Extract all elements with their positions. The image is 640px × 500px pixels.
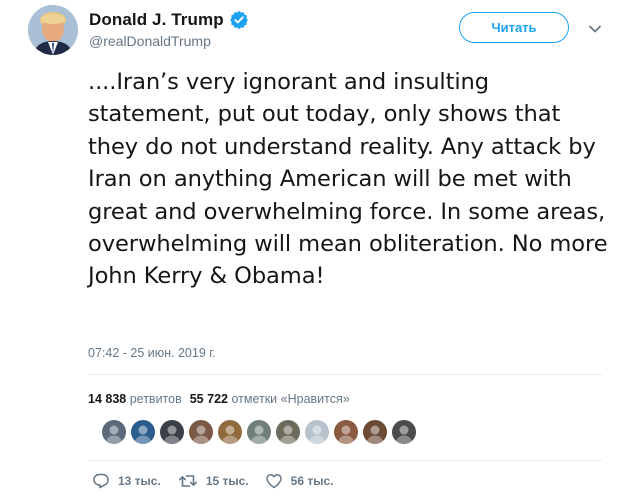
retweets-label: ретвитов bbox=[129, 392, 182, 406]
display-name[interactable]: Donald J. Trump bbox=[89, 10, 224, 30]
liker-avatar[interactable] bbox=[218, 420, 242, 444]
chevron-down-icon[interactable] bbox=[587, 22, 603, 34]
liker-avatar[interactable] bbox=[247, 420, 271, 444]
verified-badge-icon bbox=[229, 10, 248, 30]
reply-icon bbox=[92, 472, 110, 490]
tweet-timestamp[interactable]: 07:42 - 25 июн. 2019 г. bbox=[88, 346, 216, 360]
liker-avatar[interactable] bbox=[131, 420, 155, 444]
retweets-stat[interactable]: 14 838 ретвитов bbox=[88, 392, 182, 406]
reply-button[interactable]: 13 тыс. bbox=[92, 472, 161, 490]
retweet-button[interactable]: 15 тыс. bbox=[178, 472, 249, 490]
tweet-stats: 14 838 ретвитов 55 722 отметки «Нравится» bbox=[88, 392, 350, 406]
heart-icon bbox=[265, 472, 283, 490]
name-row: Donald J. Trump bbox=[89, 9, 248, 31]
liker-avatar[interactable] bbox=[392, 420, 416, 444]
likes-stat[interactable]: 55 722 отметки «Нравится» bbox=[190, 392, 350, 406]
retweet-count: 15 тыс. bbox=[205, 474, 249, 488]
liker-avatars bbox=[102, 420, 416, 444]
tweet-text: ....Iran’s very ignorant and insulting s… bbox=[88, 69, 608, 290]
like-count: 56 тыс. bbox=[290, 474, 334, 488]
tweet-card: Donald J. Trump @realDonaldTrump Читать … bbox=[0, 0, 640, 500]
avatar[interactable] bbox=[28, 5, 78, 55]
retweets-count: 14 838 bbox=[88, 392, 127, 406]
likes-count: 55 722 bbox=[189, 392, 228, 406]
liker-avatar[interactable] bbox=[363, 420, 387, 444]
liker-avatar[interactable] bbox=[305, 420, 329, 444]
liker-avatar[interactable] bbox=[276, 420, 300, 444]
action-bar: 13 тыс. 15 тыс. 56 тыс. bbox=[92, 471, 333, 491]
liker-avatar[interactable] bbox=[102, 420, 126, 444]
like-button[interactable]: 56 тыс. bbox=[265, 472, 334, 490]
divider bbox=[88, 374, 602, 375]
follow-button[interactable]: Читать bbox=[459, 12, 569, 43]
liker-avatar[interactable] bbox=[189, 420, 213, 444]
liker-avatar[interactable] bbox=[334, 420, 358, 444]
likes-label: отметки «Нравится» bbox=[231, 392, 350, 406]
liker-avatar[interactable] bbox=[160, 420, 184, 444]
user-handle[interactable]: @realDonaldTrump bbox=[89, 33, 211, 49]
reply-count: 13 тыс. bbox=[118, 474, 161, 488]
retweet-icon bbox=[178, 472, 198, 490]
divider bbox=[88, 460, 602, 461]
